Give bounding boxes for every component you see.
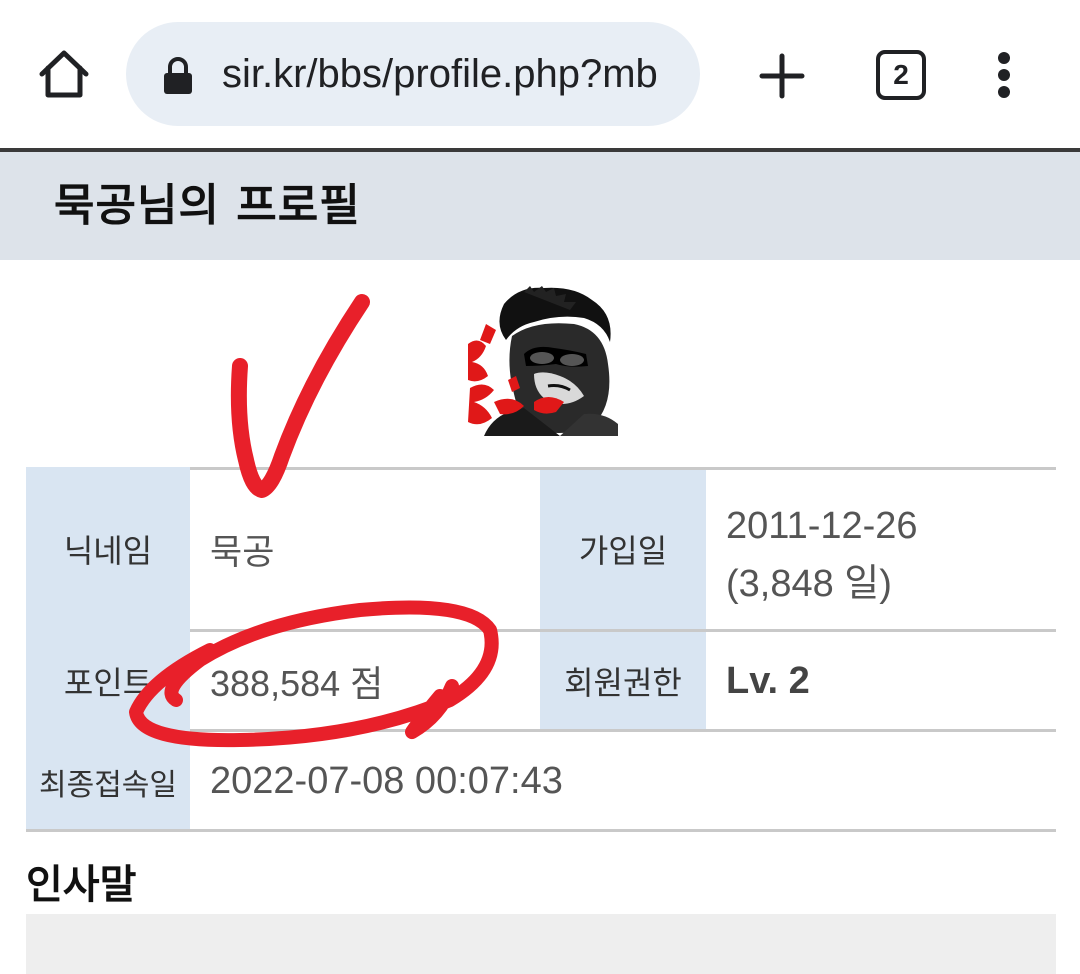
points-label: 포인트 xyxy=(26,631,190,731)
lock-icon xyxy=(162,56,194,96)
new-tab-button[interactable] xyxy=(758,52,806,100)
join-date: 2011-12-26 xyxy=(726,505,918,547)
last-login-label: 최종접속일 xyxy=(26,731,190,832)
checkmark-annotation xyxy=(230,294,370,498)
home-button[interactable] xyxy=(36,48,92,100)
last-login-value: 2022-07-08 00:07:43 xyxy=(190,731,1056,832)
table-border-top xyxy=(190,467,1056,470)
browser-toolbar: sir.kr/bbs/profile.php?mb 2 xyxy=(0,0,1080,148)
nickname-label: 닉네임 xyxy=(26,467,190,631)
address-bar[interactable]: sir.kr/bbs/profile.php?mb xyxy=(126,22,700,126)
level-value: Lv. 2 xyxy=(706,631,1056,731)
url-text: sir.kr/bbs/profile.php?mb xyxy=(222,52,658,96)
profile-table: 닉네임 묵공 가입일 2011-12-26 (3,848 일) 포인트 388,… xyxy=(26,467,1056,832)
greeting-title: 인사말 xyxy=(26,862,137,908)
join-date-label: 가입일 xyxy=(540,467,706,631)
points-value: 388,584 점 xyxy=(190,631,540,731)
plus-icon xyxy=(759,53,805,99)
join-date-value: 2011-12-26 (3,848 일) xyxy=(706,467,1056,631)
level-label: 회원권한 xyxy=(540,631,706,731)
greeting-box xyxy=(26,914,1056,974)
page-title: 묵공님의 프로필 xyxy=(54,180,361,231)
more-vert-icon[interactable] xyxy=(990,50,1020,100)
home-icon xyxy=(39,50,89,98)
table-border xyxy=(190,629,1056,632)
avatar xyxy=(464,284,618,436)
table-border xyxy=(190,729,1056,732)
tab-switcher-button[interactable]: 2 xyxy=(876,50,926,100)
join-days: (3,848 일) xyxy=(726,563,892,605)
table-border-bottom xyxy=(26,829,1056,832)
page-header: 묵공님의 프로필 xyxy=(0,152,1080,260)
nickname-value: 묵공 xyxy=(190,467,540,631)
